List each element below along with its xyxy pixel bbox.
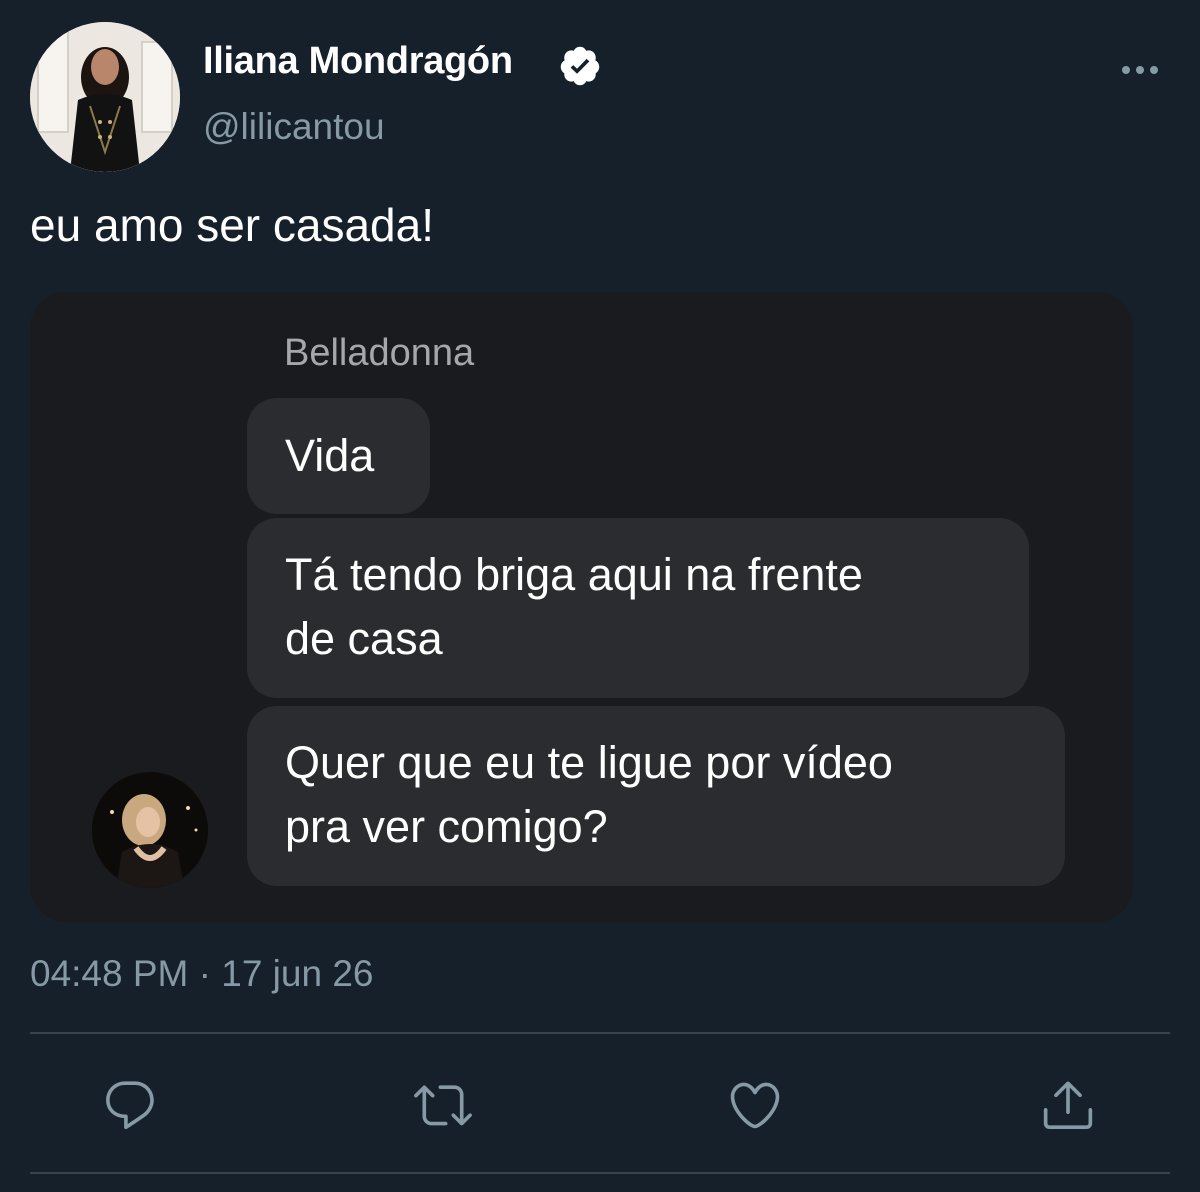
chat-message-bubble: Quer que eu te ligue por vídeo pra ver c… (247, 706, 1065, 886)
divider (30, 1032, 1170, 1034)
divider (30, 1172, 1170, 1174)
chat-message-line: Vida (285, 430, 375, 481)
tweet-actions (0, 1070, 1200, 1140)
chat-message-line: Quer que eu te ligue por vídeo (285, 737, 893, 788)
chat-sender-name: Belladonna (284, 332, 475, 374)
like-button[interactable] (720, 1070, 790, 1140)
heart-icon (730, 1082, 780, 1129)
author-name[interactable]: Iliana Mondragón (203, 40, 513, 83)
author-handle[interactable]: @lilicantou (203, 106, 385, 148)
tweet-media-image[interactable]: Belladonna Vida Tá tendo briga aqui na f… (30, 292, 1133, 922)
share-icon (1043, 1081, 1093, 1130)
reply-button[interactable] (95, 1070, 165, 1140)
author-avatar[interactable] (30, 22, 180, 172)
retweet-icon (414, 1085, 472, 1126)
chat-message-line: pra ver comigo? (285, 801, 608, 852)
reply-icon (106, 1081, 154, 1130)
more-horizontal-icon (1122, 66, 1158, 74)
chat-message-line: Tá tendo briga aqui na frente (285, 549, 863, 600)
tweet-timestamp[interactable]: 04:48 PM · 17 jun 26 (30, 953, 374, 995)
tweet: Iliana Mondragón @lilicantou eu amo ser … (0, 0, 1200, 1192)
chat-sender-avatar (92, 772, 208, 888)
chat-message-bubble: Vida (247, 398, 430, 514)
chat-message-line: de casa (285, 613, 443, 664)
share-button[interactable] (1033, 1070, 1103, 1140)
author-avatar-photo (30, 22, 180, 172)
tweet-text: eu amo ser casada! (30, 199, 435, 251)
more-options-button[interactable] (1112, 50, 1168, 90)
chat-message-bubble: Tá tendo briga aqui na frente de casa (247, 518, 1029, 698)
verified-badge-icon (560, 46, 600, 86)
chat-sender-avatar-photo (92, 772, 208, 888)
retweet-button[interactable] (408, 1070, 478, 1140)
